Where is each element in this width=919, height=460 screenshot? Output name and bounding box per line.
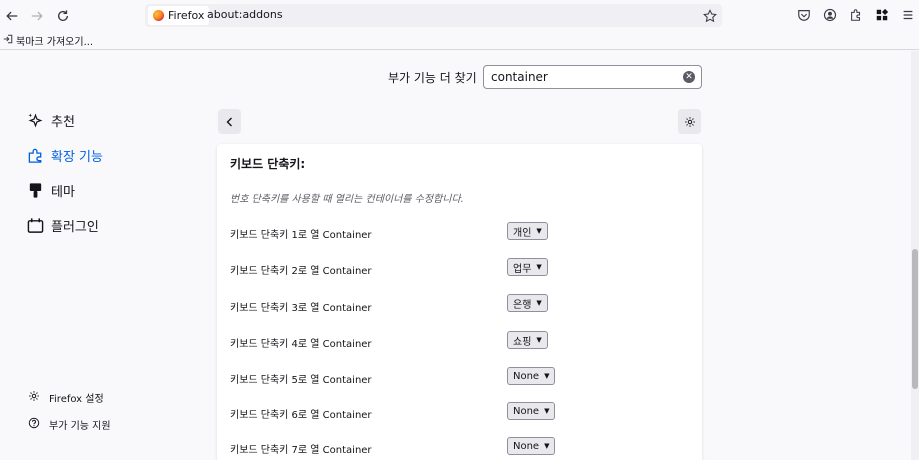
category-label: 플러그인: [51, 220, 99, 235]
addons-support-link[interactable]: 부가 기능 지원: [28, 417, 111, 432]
card-title: 키보드 단축키:: [230, 157, 306, 171]
gear-icon: [28, 390, 40, 405]
account-icon[interactable]: [820, 5, 840, 25]
scrollbar-thumb[interactable]: [912, 249, 918, 389]
chevron-left-icon: [226, 117, 232, 126]
chevron-down-icon: ▼: [536, 299, 542, 307]
card-description: 번호 단축키를 사용할 때 열리는 컨테이너를 수정합니다.: [230, 194, 464, 205]
chevron-down-icon: ▼: [536, 263, 542, 271]
page-scrollbar[interactable]: [911, 51, 919, 460]
select-value: 은행: [513, 299, 532, 311]
chevron-down-icon: ▼: [536, 336, 542, 344]
extensions-puzzle-icon[interactable]: [846, 5, 866, 25]
category-label: 추천: [51, 115, 75, 130]
gear-icon: [684, 116, 695, 127]
import-icon: [3, 34, 13, 47]
firefox-logo-icon: [153, 10, 164, 21]
shortcut-select-6[interactable]: None ▼: [507, 402, 556, 420]
shortcut-label-7: 키보드 단축키 7로 열 Container: [230, 445, 372, 456]
select-value: None: [513, 405, 540, 417]
bookmarks-toolbar: 북마크 가져오기...: [0, 31, 919, 50]
import-bookmarks-link[interactable]: 북마크 가져오기...: [16, 33, 93, 48]
back-arrow-icon[interactable]: [0, 4, 24, 28]
category-label: 테마: [51, 185, 75, 200]
shortcut-label-3: 키보드 단축키 3로 열 Container: [230, 303, 372, 314]
shortcut-label-5: 키보드 단축키 5로 열 Container: [230, 375, 372, 386]
chevron-down-icon: ▼: [544, 372, 550, 380]
shortcut-label-1: 키보드 단축키 1로 열 Container: [230, 230, 372, 241]
category-label: 확장 기능: [51, 150, 103, 165]
firefox-settings-link[interactable]: Firefox 설정: [28, 390, 104, 405]
select-value: None: [513, 370, 540, 382]
shortcut-label-4: 키보드 단축키 4로 열 Container: [230, 339, 372, 350]
footer-label: Firefox 설정: [49, 394, 104, 405]
category-extensions[interactable]: 확장 기능: [26, 146, 103, 165]
shortcut-select-2[interactable]: 업무 ▼: [507, 258, 548, 276]
chevron-down-icon: ▼: [536, 227, 542, 235]
bookmark-star-icon[interactable]: [701, 7, 718, 24]
shortcut-select-3[interactable]: 은행 ▼: [507, 294, 548, 312]
shortcut-select-1[interactable]: 개인 ▼: [507, 222, 548, 240]
reload-icon[interactable]: [51, 4, 75, 28]
shortcut-select-7[interactable]: None ▼: [507, 437, 556, 455]
select-value: 쇼핑: [513, 336, 532, 348]
plugin-icon: [26, 217, 44, 235]
puzzle-icon: [26, 147, 44, 165]
hamburger-menu-icon[interactable]: [898, 5, 918, 25]
footer-label: 부가 기능 지원: [49, 421, 111, 432]
clear-search-icon[interactable]: ✕: [683, 71, 695, 83]
search-input[interactable]: container ✕: [483, 65, 702, 89]
url-bar[interactable]: Firefox about:addons: [145, 4, 722, 27]
shortcut-label-6: 키보드 단축키 6로 열 Container: [230, 410, 372, 421]
select-value: 업무: [513, 263, 532, 275]
select-value: 개인: [513, 227, 532, 239]
select-value: None: [513, 440, 540, 452]
identity-box[interactable]: Firefox: [148, 6, 210, 25]
search-value: container: [491, 70, 548, 84]
forward-arrow-icon[interactable]: [25, 4, 49, 28]
category-recommended[interactable]: 추천: [26, 111, 75, 130]
preferences-card: 키보드 단축키: 번호 단축키를 사용할 때 열리는 컨테이너를 수정합니다. …: [217, 144, 702, 460]
shortcut-label-2: 키보드 단축키 2로 열 Container: [230, 266, 372, 277]
category-themes[interactable]: 테마: [26, 181, 75, 200]
browser-toolbar: Firefox about:addons: [0, 0, 919, 31]
shortcut-select-4[interactable]: 쇼핑 ▼: [507, 331, 548, 349]
url-text[interactable]: about:addons: [207, 8, 283, 21]
shortcut-select-5[interactable]: None ▼: [507, 367, 556, 385]
sparkle-icon: [26, 112, 44, 130]
identity-label: Firefox: [168, 9, 205, 22]
help-icon: [28, 417, 40, 432]
brush-icon: [26, 182, 44, 200]
back-button[interactable]: [218, 109, 241, 134]
chevron-down-icon: ▼: [544, 407, 550, 415]
pocket-icon[interactable]: [794, 5, 814, 25]
search-label: 부가 기능 더 찾기: [388, 71, 477, 85]
tools-button[interactable]: [678, 109, 701, 134]
category-plugins[interactable]: 플러그인: [26, 216, 99, 235]
chevron-down-icon: ▼: [544, 442, 550, 450]
apps-grid-icon[interactable]: [872, 5, 892, 25]
